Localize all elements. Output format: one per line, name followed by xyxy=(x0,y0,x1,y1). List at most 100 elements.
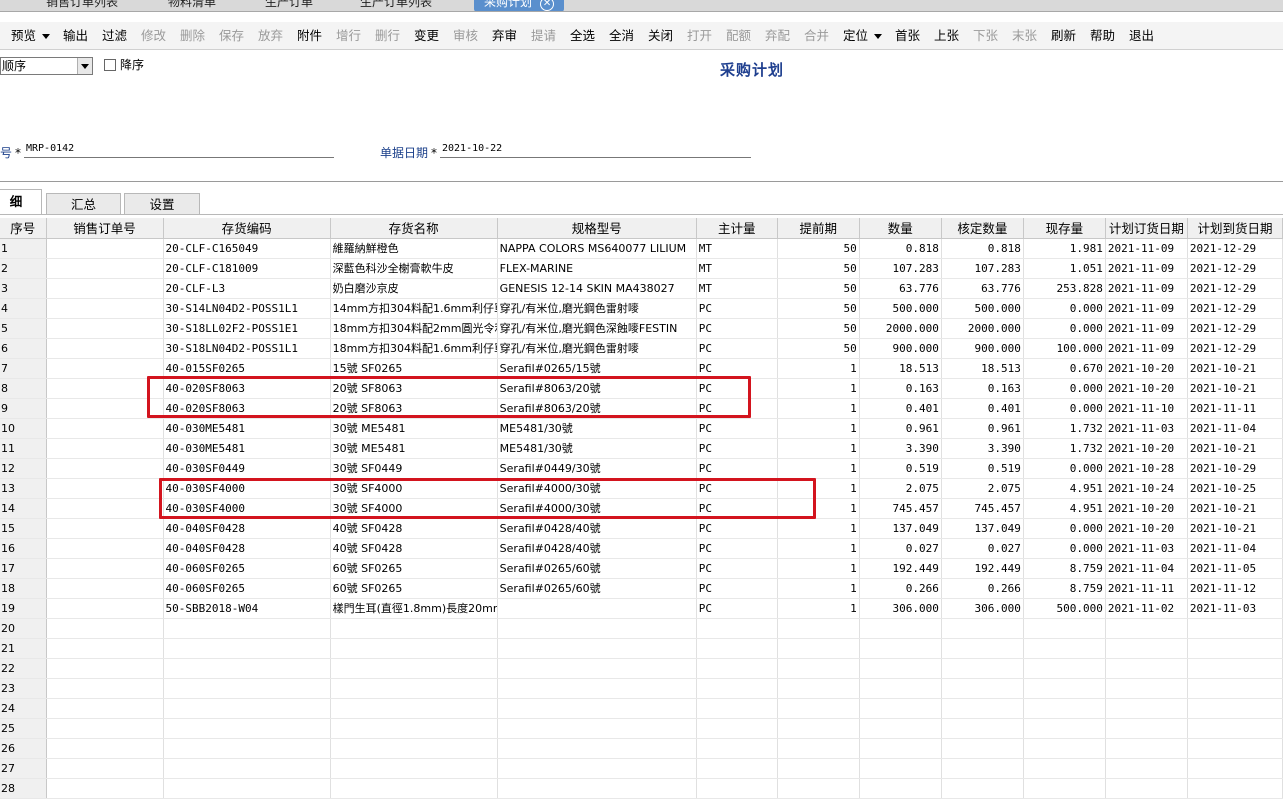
cell-approved-quantity[interactable] xyxy=(941,658,1024,679)
cell-lead-time[interactable]: 1 xyxy=(777,598,860,619)
cell-item-name[interactable]: 維羅納鮮橙色 xyxy=(330,238,498,259)
cell-unit[interactable]: PC xyxy=(696,438,778,459)
cell-plan-order-date[interactable]: 2021-11-10 xyxy=(1105,398,1188,419)
column-header-quantity[interactable]: 数量 xyxy=(859,218,942,239)
cell-plan-order-date[interactable]: 2021-11-09 xyxy=(1105,338,1188,359)
cell-quantity[interactable]: 0.519 xyxy=(859,458,942,479)
column-header-row-no[interactable]: 序号 xyxy=(0,218,47,239)
cell-spec[interactable]: Serafil#0449/30號 xyxy=(497,458,697,479)
cell-unit[interactable]: PC xyxy=(696,498,778,519)
cell-plan-order-date[interactable]: 2021-10-20 xyxy=(1105,358,1188,379)
cell-lead-time[interactable]: 50 xyxy=(777,238,860,259)
cell-item-code[interactable]: 30-S18LL02F2-POSS1E1 xyxy=(163,318,331,339)
cell-plan-arrival-date[interactable]: 2021-10-21 xyxy=(1187,378,1283,399)
sort-select[interactable]: 顺序 xyxy=(0,57,93,75)
cell-approved-quantity[interactable]: 107.283 xyxy=(941,258,1024,279)
cell-lead-time[interactable] xyxy=(777,718,860,739)
column-header-approved-quantity[interactable]: 核定数量 xyxy=(941,218,1024,239)
cell-quantity[interactable] xyxy=(859,618,942,639)
cell-item-name[interactable] xyxy=(330,778,498,799)
cell-plan-order-date[interactable]: 2021-10-20 xyxy=(1105,438,1188,459)
cell-plan-arrival-date[interactable]: 2021-12-29 xyxy=(1187,278,1283,299)
exit-button[interactable]: 退出 xyxy=(1129,28,1154,44)
cell-sales-order-no[interactable] xyxy=(46,378,164,399)
cell-unit[interactable] xyxy=(696,698,778,719)
cell-approved-quantity[interactable] xyxy=(941,638,1024,659)
table-row[interactable]: 25 xyxy=(0,718,1283,739)
cell-plan-order-date[interactable]: 2021-11-09 xyxy=(1105,258,1188,279)
cell-unit[interactable]: PC xyxy=(696,298,778,319)
cell-approved-quantity[interactable]: 500.000 xyxy=(941,298,1024,319)
cell-on-hand[interactable]: 500.000 xyxy=(1023,598,1106,619)
cell-on-hand[interactable]: 4.951 xyxy=(1023,478,1106,499)
cell-unit[interactable]: PC xyxy=(696,578,778,599)
cell-unit[interactable]: PC xyxy=(696,538,778,559)
column-header-item-code[interactable]: 存货编码 xyxy=(163,218,331,239)
output-button[interactable]: 输出 xyxy=(63,28,88,44)
table-row[interactable]: 20 xyxy=(0,618,1283,639)
cell-sales-order-no[interactable] xyxy=(46,758,164,779)
cell-unit[interactable]: PC xyxy=(696,458,778,479)
cell-plan-arrival-date[interactable]: 2021-12-29 xyxy=(1187,318,1283,339)
cell-plan-arrival-date[interactable]: 2021-12-29 xyxy=(1187,298,1283,319)
cell-item-name[interactable]: 深藍色科沙全榭膏軟牛皮 xyxy=(330,258,498,279)
cell-on-hand[interactable] xyxy=(1023,718,1106,739)
cell-spec[interactable]: Serafil#8063/20號 xyxy=(497,378,697,399)
cell-lead-time[interactable]: 1 xyxy=(777,518,860,539)
cell-spec[interactable]: Serafil#4000/30號 xyxy=(497,498,697,519)
column-header-plan-order-date[interactable]: 计划订货日期 xyxy=(1105,218,1188,239)
cell-item-code[interactable]: 40-015SF0265 xyxy=(163,358,331,379)
cell-quantity[interactable]: 18.513 xyxy=(859,358,942,379)
cell-unit[interactable] xyxy=(696,778,778,799)
table-row[interactable]: 21 xyxy=(0,638,1283,659)
cell-item-name[interactable]: 奶白磨沙京皮 xyxy=(330,278,498,299)
column-header-sales-order-no[interactable]: 销售订单号 xyxy=(46,218,164,239)
cell-lead-time[interactable]: 50 xyxy=(777,338,860,359)
table-row[interactable]: 1 20-CLF-C165049 維羅納鮮橙色 NAPPA COLORS MS6400… xyxy=(0,238,1283,259)
cell-approved-quantity[interactable]: 900.000 xyxy=(941,338,1024,359)
cell-sales-order-no[interactable] xyxy=(46,298,164,319)
cell-unit[interactable]: PC xyxy=(696,418,778,439)
cell-approved-quantity[interactable]: 0.027 xyxy=(941,538,1024,559)
cell-spec[interactable]: Serafil#8063/20號 xyxy=(497,398,697,419)
cell-item-code[interactable]: 40-030SF4000 xyxy=(163,478,331,499)
window-tab-production-order-list[interactable]: 生产订单列表 xyxy=(360,0,432,11)
cell-unit[interactable]: PC xyxy=(696,378,778,399)
cell-quantity[interactable]: 137.049 xyxy=(859,518,942,539)
tab-settings[interactable]: 设置 xyxy=(124,193,200,214)
discard-button[interactable]: 放弃 xyxy=(258,28,283,44)
cell-plan-arrival-date[interactable]: 2021-10-21 xyxy=(1187,518,1283,539)
cell-unit[interactable]: PC xyxy=(696,398,778,419)
cell-on-hand[interactable]: 0.000 xyxy=(1023,458,1106,479)
cell-quantity[interactable] xyxy=(859,658,942,679)
cell-spec[interactable] xyxy=(497,658,697,679)
cell-sales-order-no[interactable] xyxy=(46,738,164,759)
cell-sales-order-no[interactable] xyxy=(46,658,164,679)
cell-unit[interactable] xyxy=(696,758,778,779)
cell-item-code[interactable] xyxy=(163,778,331,799)
cell-spec[interactable]: Serafil#0428/40號 xyxy=(497,538,697,559)
cell-approved-quantity[interactable]: 745.457 xyxy=(941,498,1024,519)
cell-on-hand[interactable]: 1.732 xyxy=(1023,438,1106,459)
cell-plan-order-date[interactable]: 2021-10-20 xyxy=(1105,378,1188,399)
cell-on-hand[interactable]: 1.981 xyxy=(1023,238,1106,259)
cell-plan-arrival-date[interactable] xyxy=(1187,758,1283,779)
cell-spec[interactable]: 穿孔/有米位,磨光鋼色雷射嘜 xyxy=(497,338,697,359)
cell-plan-arrival-date[interactable] xyxy=(1187,698,1283,719)
cell-quantity[interactable] xyxy=(859,678,942,699)
open-button[interactable]: 打开 xyxy=(687,28,712,44)
cell-sales-order-no[interactable] xyxy=(46,318,164,339)
cell-lead-time[interactable]: 1 xyxy=(777,578,860,599)
cell-plan-arrival-date[interactable] xyxy=(1187,638,1283,659)
cell-sales-order-no[interactable] xyxy=(46,718,164,739)
cell-on-hand[interactable]: 1.732 xyxy=(1023,418,1106,439)
cell-quantity[interactable]: 900.000 xyxy=(859,338,942,359)
cell-item-code[interactable]: 50-SBB2018-W04 xyxy=(163,598,331,619)
table-row[interactable]: 11 40-030ME5481 30號 ME5481 ME5481/30號 PC 1 3.3… xyxy=(0,438,1283,459)
cell-plan-arrival-date[interactable]: 2021-11-04 xyxy=(1187,538,1283,559)
cell-plan-order-date[interactable]: 2021-11-09 xyxy=(1105,298,1188,319)
cell-item-code[interactable] xyxy=(163,658,331,679)
cell-unit[interactable]: PC xyxy=(696,518,778,539)
cell-on-hand[interactable] xyxy=(1023,618,1106,639)
table-row[interactable]: 16 40-040SF0428 40號 SF0428 Serafil#0428/40號… xyxy=(0,538,1283,559)
